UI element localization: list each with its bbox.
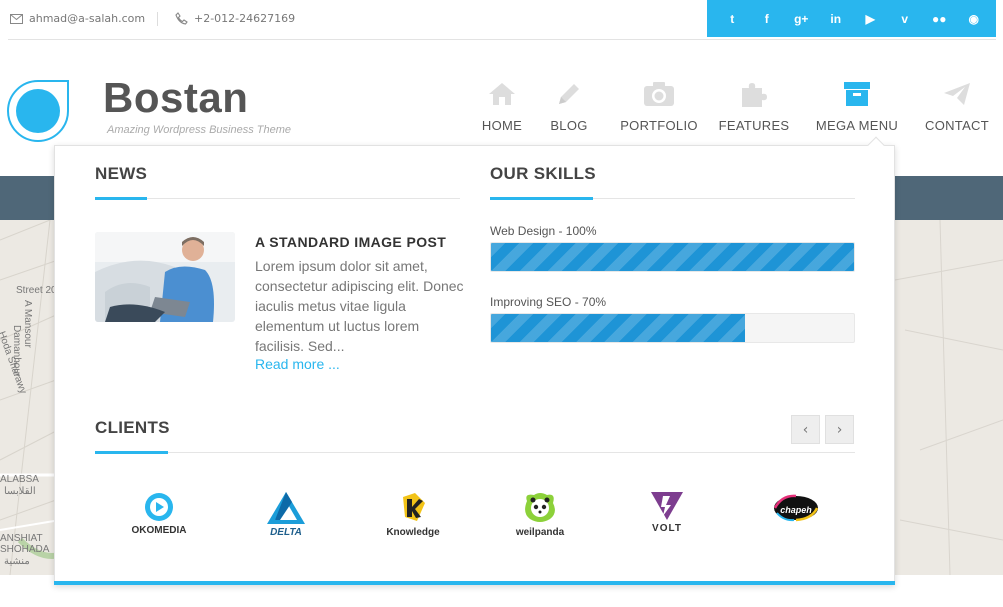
clients-next-button[interactable]: › — [825, 415, 854, 444]
chevron-right-icon: › — [836, 421, 843, 438]
puzzle-icon — [742, 83, 767, 107]
volt-logo-icon — [651, 492, 683, 520]
clients-divider — [95, 452, 855, 453]
client-logo-volt[interactable]: VOLT — [607, 491, 727, 551]
nav-item-blog[interactable]: BLOG — [549, 78, 589, 133]
client-logo-chapeh[interactable]: chapeh — [736, 491, 856, 551]
google-plus-icon[interactable]: g+ — [784, 0, 819, 37]
skills-heading: OUR SKILLS — [490, 164, 596, 183]
phone-text: +2-012-24627169 — [194, 12, 296, 25]
map-label: ANSHIAT — [0, 533, 43, 544]
nav-label: PORTFOLIO — [620, 118, 698, 133]
nav-label: HOME — [481, 118, 523, 133]
skill-progress-fill — [491, 314, 746, 342]
nav-label: FEATURES — [718, 118, 790, 133]
read-more-link[interactable]: Read more ... — [255, 356, 340, 372]
social-links: t f g+ in ▶ v ●● ◉ — [707, 0, 996, 37]
man-with-laptop-image — [95, 232, 235, 322]
client-name: OKOMEDIA — [131, 525, 187, 536]
divider — [157, 12, 158, 26]
nav-item-features[interactable]: FEATURES — [719, 78, 789, 133]
post-thumbnail[interactable] — [95, 232, 235, 322]
twitter-icon[interactable]: t — [715, 0, 750, 37]
flickr-icon[interactable]: ●● — [922, 0, 957, 37]
skill-label: Web Design - 100% — [490, 224, 597, 238]
youtube-icon[interactable]: ▶ — [853, 0, 888, 37]
mega-menu-accent-bar — [54, 581, 895, 585]
delta-logo-icon — [267, 492, 305, 524]
client-name: VOLT — [652, 523, 682, 534]
rss-icon[interactable]: ◉ — [957, 0, 992, 37]
okomedia-logo-icon — [145, 493, 173, 521]
chevron-left-icon: ‹ — [802, 421, 809, 438]
facebook-icon[interactable]: f — [750, 0, 785, 37]
nav-label: BLOG — [550, 118, 588, 133]
top-bar-divider — [8, 39, 996, 40]
clients-heading: CLIENTS — [95, 418, 170, 437]
panda-logo-icon — [525, 493, 555, 522]
clients-accent — [95, 451, 168, 454]
post-title[interactable]: A STANDARD IMAGE POST — [255, 234, 446, 250]
client-name: weilpanda — [515, 527, 565, 538]
client-logo-weilpanda[interactable]: weilpanda — [480, 491, 600, 551]
page: ahmad@a-salah.com +2-012-24627169 t f g+ in… — [0, 0, 1003, 607]
nav-label: MEGA MENU — [815, 118, 899, 133]
brand-tagline: Amazing Wordpress Business Theme — [107, 124, 292, 136]
linkedin-icon[interactable]: in — [819, 0, 854, 37]
news-accent — [95, 197, 147, 200]
brand-name[interactable]: Bostan — [103, 74, 248, 122]
client-logo-okomedia[interactable]: OKOMEDIA — [99, 491, 219, 551]
pencil-icon — [559, 84, 579, 104]
client-name: chapeh — [780, 505, 812, 515]
clients-prev-button[interactable]: ‹ — [791, 415, 820, 444]
skill-progress-bar — [490, 242, 855, 272]
map-label: SHOHADA — [0, 544, 50, 555]
map-label: ALABSA — [0, 474, 39, 485]
phone-contact[interactable]: +2-012-24627169 — [175, 12, 295, 25]
map-label: القلابسا — [4, 486, 36, 497]
email-text: ahmad@a-salah.com — [29, 12, 146, 25]
top-bar: ahmad@a-salah.com +2-012-24627169 t f g+ in… — [0, 0, 1003, 40]
nav-label: CONTACT — [925, 118, 989, 133]
logo-icon[interactable] — [7, 80, 69, 142]
nav-item-mega-menu[interactable]: MEGA MENU — [812, 78, 902, 133]
vimeo-icon[interactable]: v — [888, 0, 923, 37]
client-logo-knowledge[interactable]: Knowledge — [353, 491, 473, 551]
envelope-icon — [10, 13, 23, 24]
nav-item-portfolio[interactable]: PORTFOLIO — [619, 78, 699, 133]
skill-progress-fill — [491, 243, 854, 271]
home-icon — [489, 83, 515, 105]
client-logo-delta[interactable]: DELTA — [226, 491, 346, 551]
skill-label: Improving SEO - 70% — [490, 295, 607, 309]
skills-accent — [490, 197, 593, 200]
post-excerpt: Lorem ipsum dolor sit amet, consectetur … — [255, 258, 464, 354]
dropdown-caret — [867, 136, 885, 154]
nav-item-home[interactable]: HOME — [482, 78, 522, 133]
client-name: Knowledge — [386, 527, 440, 538]
mega-menu-dropdown: NEWS A STANDARD IMAGE POST Lorem ipsum d… — [54, 136, 895, 585]
nav-item-contact[interactable]: CONTACT — [922, 78, 992, 133]
skill-progress-bar — [490, 313, 855, 343]
phone-icon — [175, 12, 188, 25]
camera-icon — [644, 82, 674, 106]
news-divider — [95, 198, 460, 199]
paper-plane-icon — [944, 83, 970, 105]
email-contact[interactable]: ahmad@a-salah.com — [10, 12, 145, 25]
map-label: A Mansour — [22, 300, 33, 348]
map-label: Street 20 — [16, 285, 57, 296]
map-label: منشية — [4, 556, 30, 567]
news-heading: NEWS — [95, 164, 148, 183]
client-name: DELTA — [270, 527, 302, 538]
knowledge-logo-icon — [403, 493, 425, 521]
archive-icon — [844, 82, 870, 106]
